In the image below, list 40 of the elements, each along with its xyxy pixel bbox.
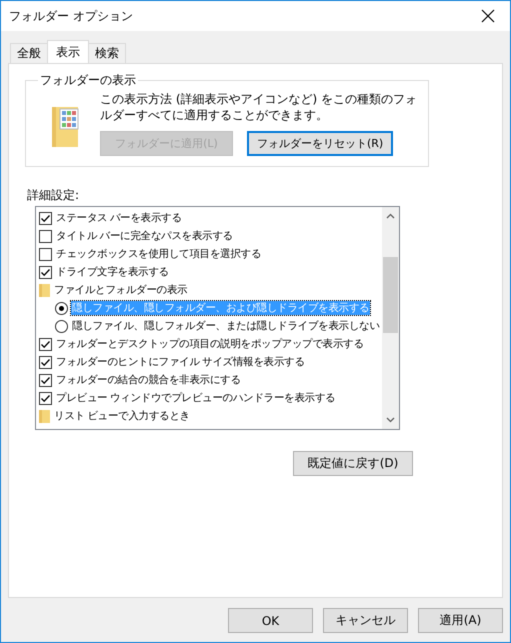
checkbox[interactable] [39,248,52,260]
option-label[interactable]: 隠しファイル、隠しフォルダー、または隠しドライブを表示しない [71,319,380,333]
option-label[interactable]: タイトル バーに完全なパスを表示する [55,229,234,243]
checkbox[interactable] [39,230,52,242]
folder-icon [39,284,50,296]
option-label[interactable]: フォルダーの結合の競合を非表示にする [55,373,242,387]
folder-icon [52,105,80,147]
option-label[interactable]: チェックボックスを使用して項目を選択する [55,247,262,261]
dialog-button[interactable]: OK [228,608,313,633]
scrollbar[interactable] [382,207,399,429]
radio-button[interactable] [55,302,68,314]
group-title: フォルダーの表示 [39,72,137,89]
tab[interactable]: 検索 [88,43,126,63]
option-label[interactable]: フォルダーとデスクトップの項目の説明をポップアップで表示する [55,337,364,351]
restore-defaults-button[interactable]: 既定値に戻す(D) [293,451,413,476]
description-text: この表示方法 (詳細表示やアイコンなど) をこの種類のフォルダーすべてに適用することができます。 [100,91,418,123]
tab[interactable]: 表示 [47,40,89,63]
tab[interactable]: 全般 [10,43,48,63]
dialog-button[interactable]: 適用(A) [418,608,503,633]
dialog-button[interactable]: キャンセル [323,608,408,633]
group-label: ファイルとフォルダーの表示 [53,283,188,297]
option-label[interactable]: プレビュー ウィンドウでプレビューのハンドラーを表示する [55,391,336,405]
option-label[interactable]: フォルダーのヒントにファイル サイズ情報を表示する [55,355,306,369]
scroll-up-icon[interactable] [386,213,395,219]
checkbox[interactable] [39,374,52,386]
window-title: フォルダー オプション [9,8,133,24]
checkbox[interactable] [39,356,52,368]
option-label[interactable]: ステータス バーを表示する [55,211,183,225]
folder-button[interactable]: フォルダーをリセット(R) [247,131,394,156]
scroll-thumb[interactable] [383,257,398,333]
group-label: リスト ビューで入力するとき [53,409,191,423]
folder-icon [39,410,50,422]
section-label: 詳細設定: [27,187,80,204]
option-label[interactable]: ドライブ文字を表示する [55,265,170,279]
scroll-down-icon[interactable] [386,417,395,423]
checkbox[interactable] [39,212,52,224]
checkbox[interactable] [39,338,52,350]
radio-button[interactable] [55,320,68,332]
checkbox[interactable] [39,266,52,278]
checkbox[interactable] [39,392,52,404]
